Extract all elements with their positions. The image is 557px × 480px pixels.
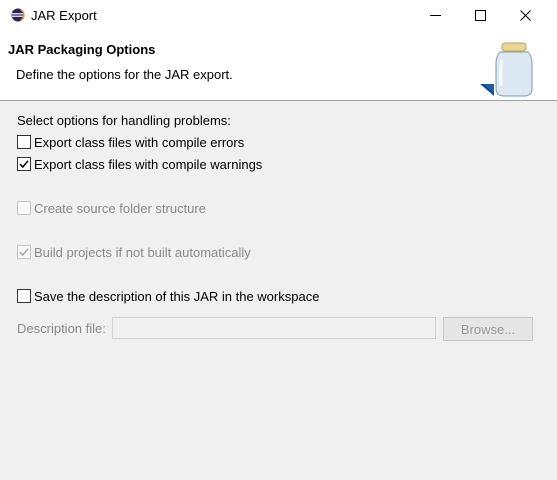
browse-button[interactable]: Browse... [443,317,533,341]
save-description-option[interactable]: Save the description of this JAR in the … [17,287,319,305]
export-compile-errors-option[interactable]: Export class files with compile errors [17,133,244,151]
build-projects-option[interactable]: Build projects if not built automaticall… [17,243,251,261]
save-description-checkbox[interactable] [17,289,31,303]
checkmark-icon [19,248,29,257]
close-icon [519,9,531,21]
maximize-icon [474,9,486,21]
description-file-label: Description file: [17,321,106,336]
export-compile-warnings-option[interactable]: Export class files with compile warnings [17,155,262,173]
page-description: Define the options for the JAR export. [16,67,233,82]
export-compile-errors-label[interactable]: Export class files with compile errors [34,135,244,150]
minimize-button[interactable] [413,0,457,30]
maximize-button[interactable] [458,0,502,30]
page-title: JAR Packaging Options [8,42,156,57]
description-file-input[interactable] [112,317,436,339]
checkmark-icon [19,160,29,169]
export-compile-errors-checkbox[interactable] [17,135,31,149]
create-source-folder-checkbox[interactable] [17,201,31,215]
description-file-row: Description file: Browse... [17,317,537,341]
create-source-folder-option[interactable]: Create source folder structure [17,199,206,217]
options-panel: Select options for handling problems: Ex… [0,101,557,480]
build-projects-checkbox[interactable] [17,245,31,259]
minimize-icon [429,14,441,16]
close-button[interactable] [503,0,547,30]
eclipse-icon [11,8,25,22]
section-label: Select options for handling problems: [17,113,231,128]
build-projects-label[interactable]: Build projects if not built automaticall… [34,245,251,260]
window-title: JAR Export [31,8,97,23]
save-description-label[interactable]: Save the description of this JAR in the … [34,289,319,304]
title-bar[interactable]: JAR Export [0,0,557,32]
jar-export-dialog: JAR Export JAR Packaging Options Define … [0,0,557,480]
export-compile-warnings-label[interactable]: Export class files with compile warnings [34,157,262,172]
create-source-folder-label[interactable]: Create source folder structure [34,201,206,216]
wizard-header: JAR Packaging Options Define the options… [0,32,557,101]
jar-wizard-icon [478,38,540,100]
export-compile-warnings-checkbox[interactable] [17,157,31,171]
